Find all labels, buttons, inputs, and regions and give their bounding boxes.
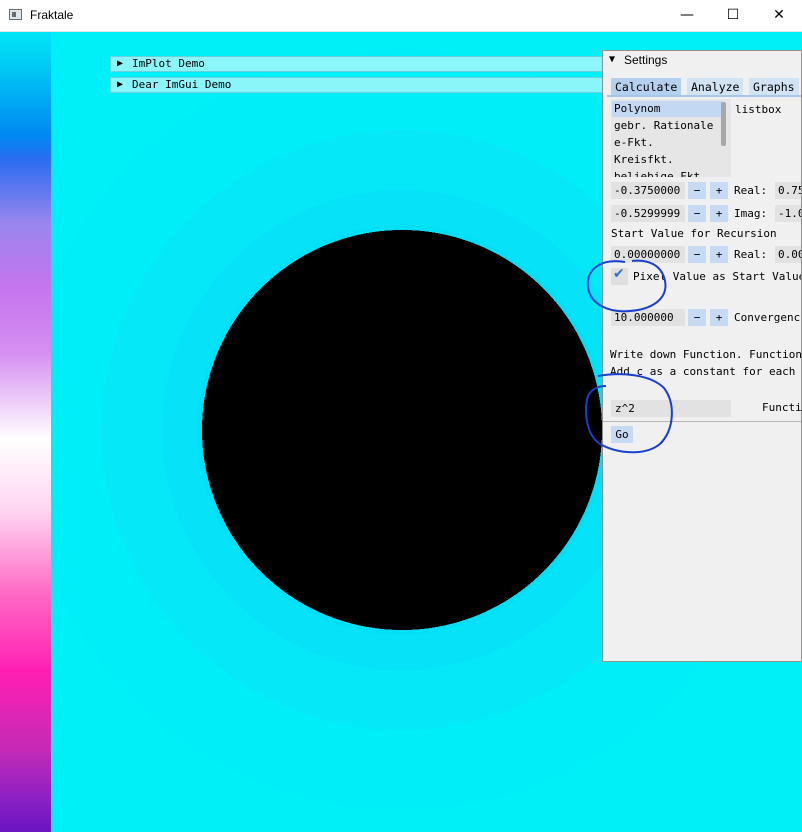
annotation-circle-checkbox xyxy=(586,259,667,313)
annotation-overlay xyxy=(585,259,673,454)
annotation-circle-function xyxy=(585,373,673,454)
